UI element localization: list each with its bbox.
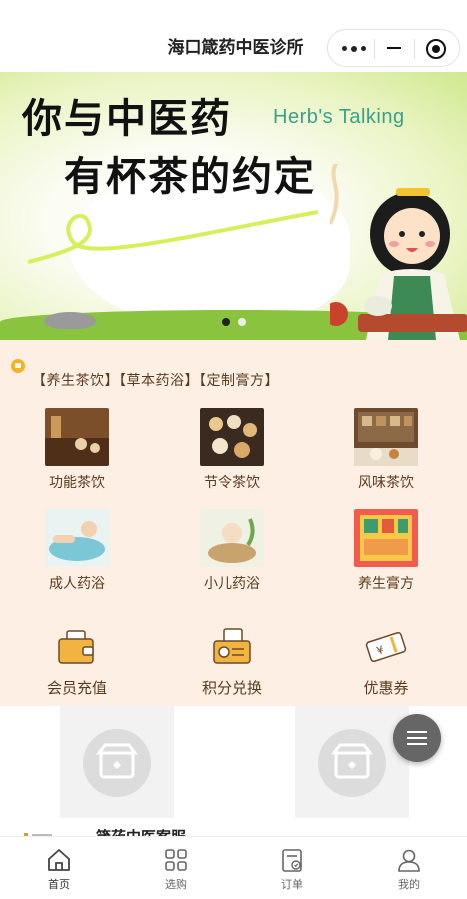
capsule-divider <box>414 39 415 59</box>
service-points-exchange[interactable]: 积分兑换 <box>172 627 292 698</box>
banner-subtitle: Herb's Talking <box>273 106 405 128</box>
category-label: 功能茶饮 <box>49 475 105 491</box>
herbal-paste-icon <box>354 509 418 567</box>
capsule-divider <box>374 39 375 59</box>
service-label: 优惠券 <box>363 679 409 697</box>
service-coupon[interactable]: ¥ 优惠券 <box>326 627 446 698</box>
notice-text: 【养生茶饮】【草本药浴】【定制膏方】 <box>32 373 279 389</box>
tab-profile[interactable]: 我的 <box>369 847 449 892</box>
child-bath-icon <box>200 509 264 567</box>
category-item-adult-bath[interactable]: 成人药浴 <box>17 509 137 593</box>
category-item-seasonal-tea[interactable]: 节令茶饮 <box>172 408 292 492</box>
grid-icon <box>165 849 187 871</box>
notice-icon <box>11 359 25 373</box>
tea-cups-icon <box>200 408 264 466</box>
rock-icon <box>44 312 96 329</box>
adult-bath-icon <box>45 509 109 567</box>
category-label: 节令茶饮 <box>204 475 260 491</box>
minimize-icon[interactable] <box>387 47 401 49</box>
banner-title-line1: 你与中医药 <box>22 95 232 142</box>
more-menu-icon[interactable] <box>340 43 370 55</box>
floating-menu-button[interactable] <box>393 714 441 762</box>
order-icon <box>282 849 302 872</box>
store-image-placeholder[interactable] <box>60 706 174 818</box>
tea-shop-icon <box>354 408 418 466</box>
navigation-bar: 海口箴药中医诊所 <box>0 0 467 72</box>
category-item-child-bath[interactable]: 小儿药浴 <box>172 509 292 593</box>
tab-label: 我的 <box>398 878 420 891</box>
user-icon <box>398 849 420 872</box>
category-label: 养生膏方 <box>358 576 414 592</box>
banner-pagination <box>220 316 250 326</box>
pagination-dot[interactable] <box>238 318 246 326</box>
category-section: 【养生茶饮】【草本药浴】【定制膏方】 功能茶饮 节令茶饮 风味茶饮 成人药浴 小… <box>0 340 467 706</box>
banner-title-line2: 有杯茶的约定 <box>64 153 316 200</box>
pagination-dot-active[interactable] <box>222 318 230 326</box>
tab-label: 选购 <box>165 878 187 891</box>
category-label: 成人药浴 <box>49 576 105 592</box>
tea-set-icon <box>45 408 109 466</box>
category-item-herbal-paste[interactable]: 养生膏方 <box>326 509 446 593</box>
coin-box-icon <box>213 628 251 664</box>
service-label: 会员充值 <box>46 679 107 697</box>
store-placeholder-icon <box>318 729 386 797</box>
tab-shop[interactable]: 选购 <box>136 847 216 892</box>
tab-label: 订单 <box>281 878 303 891</box>
store-image-placeholder[interactable] <box>295 706 409 818</box>
tab-orders[interactable]: 订单 <box>252 847 332 892</box>
category-label: 风味茶饮 <box>358 475 414 491</box>
tea-girl-illustration-icon <box>330 164 467 340</box>
category-item-functional-tea[interactable]: 功能茶饮 <box>17 408 137 492</box>
bottom-tab-bar: 首页 选购 订单 我的 <box>0 836 467 899</box>
category-label: 小儿药浴 <box>204 576 260 592</box>
banner-swirl-icon <box>28 210 319 264</box>
tab-home[interactable]: 首页 <box>19 847 99 892</box>
category-item-flavor-tea[interactable]: 风味茶饮 <box>326 408 446 492</box>
store-placeholder-icon <box>83 729 151 797</box>
mini-program-capsule <box>327 29 460 67</box>
wallet-icon <box>58 630 94 664</box>
service-label: 积分兑换 <box>201 679 262 697</box>
tab-label: 首页 <box>48 878 70 891</box>
service-member-recharge[interactable]: 会员充值 <box>17 627 137 698</box>
close-target-icon[interactable] <box>426 39 446 59</box>
coupon-icon: ¥ <box>365 631 407 663</box>
home-icon <box>48 849 70 871</box>
hero-banner[interactable]: 你与中医药 有杯茶的约定 Herb's Talking <box>0 72 467 340</box>
